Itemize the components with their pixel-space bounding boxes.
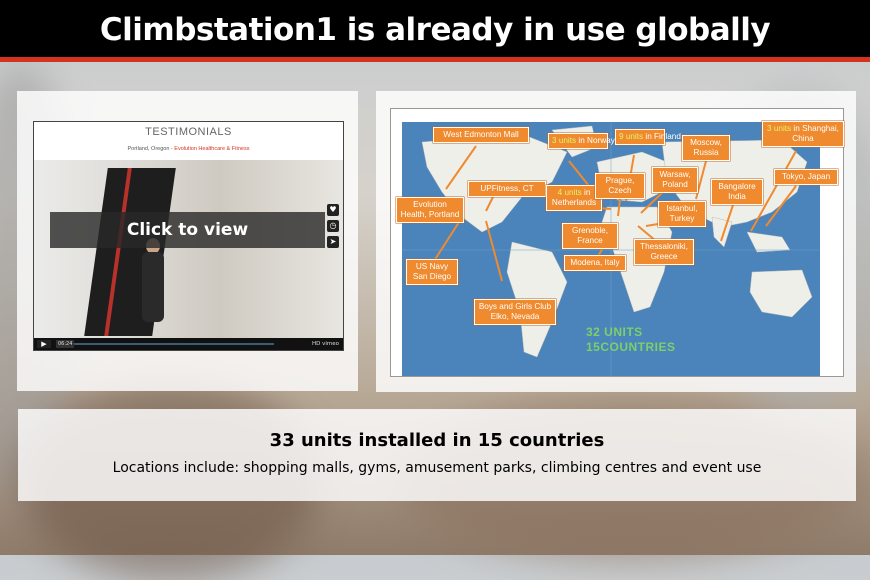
video-panel: TESTIMONIALS Portland, Oregon - Evolutio… [17, 91, 358, 391]
callout-boys-girls-club: Boys and Girls Club Elko, Nevada [474, 299, 556, 325]
video-side-icons: ♥ ◷ ➤ [327, 204, 339, 252]
callout-tokyo: Tokyo, Japan [774, 169, 838, 185]
map-panel: West Edmonton Mall 3 units in Norway 9 u… [376, 91, 856, 392]
share-icon[interactable]: ➤ [327, 236, 339, 248]
page-title: Climbstation1 is already in use globally [99, 12, 771, 48]
callout-norway: 3 units in Norway [548, 133, 615, 149]
callout-warsaw: Warsaw, Poland [652, 167, 698, 193]
callout-netherlands: 4 units in Netherlands [546, 185, 602, 211]
callout-upfitness: UPFitness, CT [468, 181, 546, 197]
video-progress-bar[interactable] [74, 343, 274, 345]
video-heading: TESTIMONIALS [145, 126, 232, 138]
callout-evolution: Evolution Health, Portland [396, 197, 464, 223]
video-controls: ▶ 06:24 HD vimeo [34, 338, 343, 350]
video-location: Portland, Oregon - Evolution Healthcare … [127, 146, 250, 152]
callout-shanghai: 3 units in Shanghai, China [762, 121, 844, 147]
callout-istanbul: Istanbul, Turkey [658, 201, 706, 227]
summary-headline: 33 units installed in 15 countries [269, 430, 605, 451]
callout-finland: 9 units in Finland [615, 129, 681, 145]
heart-icon[interactable]: ♥ [327, 204, 339, 216]
testimonial-video[interactable]: TESTIMONIALS Portland, Oregon - Evolutio… [33, 121, 344, 351]
units-summary-map: 32 UNITS 15COUNTRIES [586, 325, 676, 354]
title-bar: Climbstation1 is already in use globally [0, 0, 870, 62]
callout-us-navy: US Navy San Diego [406, 259, 458, 285]
video-frame: ♥ ◷ ➤ [34, 160, 343, 338]
callout-moscow: Moscow, Russia [682, 135, 730, 161]
callout-bangalore: Bangalore India [711, 179, 763, 205]
click-to-view-button[interactable]: Click to view [50, 212, 325, 248]
video-time: 06:24 [56, 340, 75, 348]
callout-modena: Modena, Italy [564, 255, 626, 271]
callout-prague: Prague, Czech [595, 173, 645, 199]
vimeo-logo: HD vimeo [311, 341, 339, 347]
callout-grenoble: Grenoble, France [562, 223, 618, 249]
clock-icon[interactable]: ◷ [327, 220, 339, 232]
callout-west-edmonton: West Edmonton Mall [433, 127, 529, 143]
summary-locations: Locations include: shopping malls, gyms,… [112, 460, 762, 476]
summary-panel: 33 units installed in 15 countries Locat… [18, 409, 856, 501]
callout-thessaloniki: Thessaloniki, Greece [634, 239, 694, 265]
play-icon[interactable]: ▶ [37, 340, 51, 348]
